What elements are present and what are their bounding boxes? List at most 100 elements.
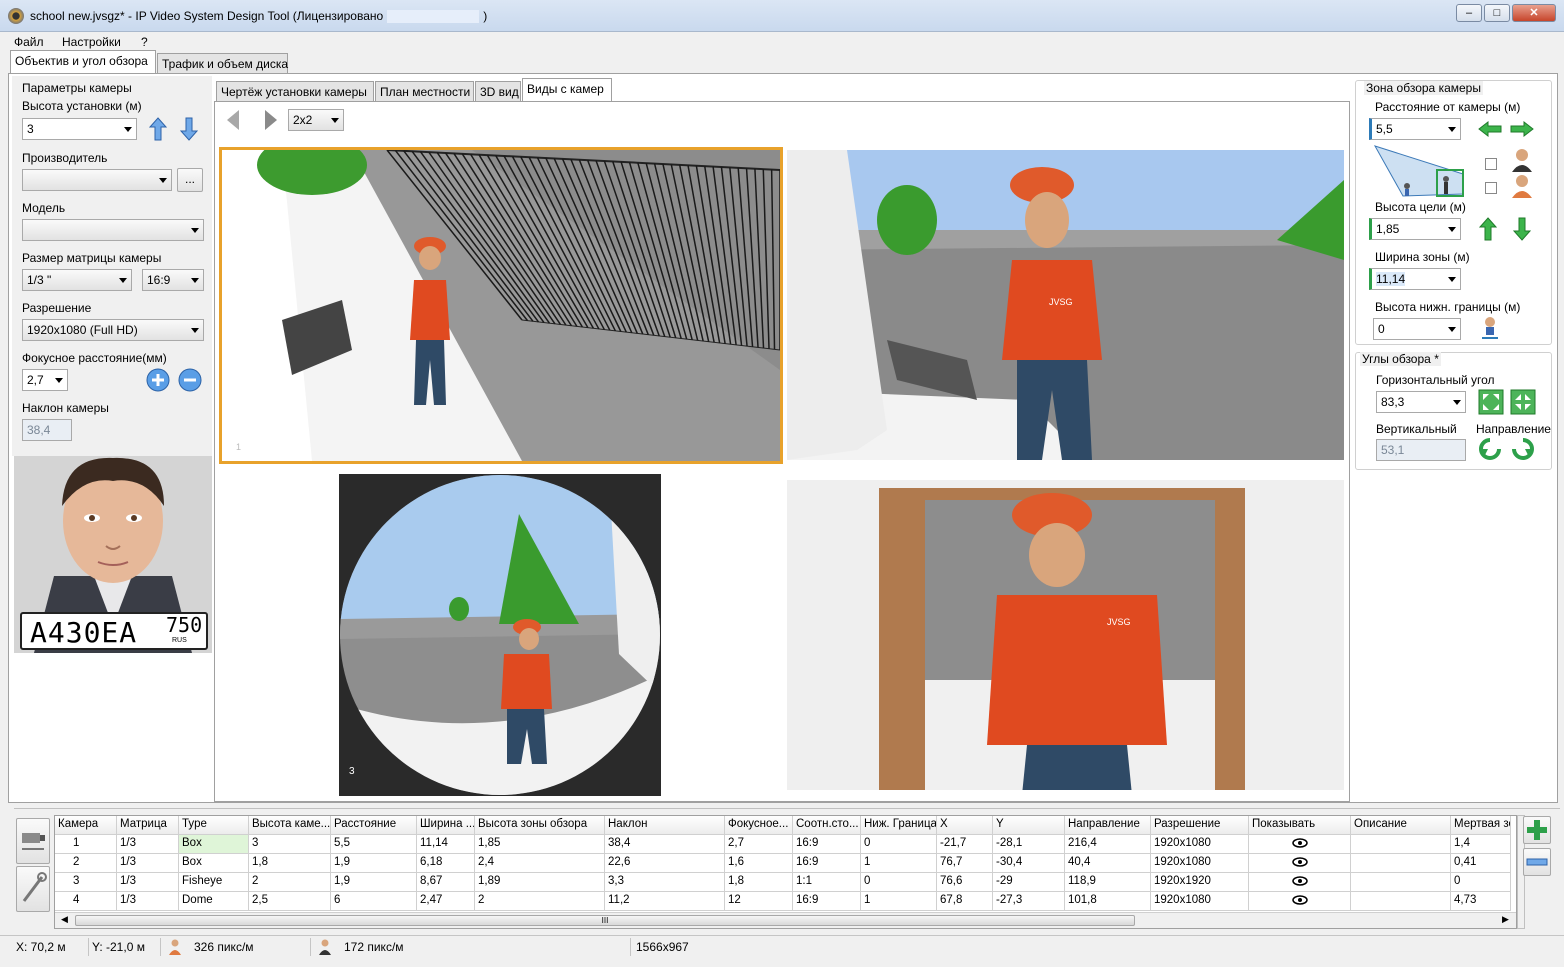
table-cell[interactable]: 1920x1080 (1151, 835, 1249, 854)
camera-view-3[interactable]: 3 (339, 474, 661, 796)
tab-lens[interactable]: Объектив и угол обзора (10, 50, 156, 73)
table-cell[interactable]: 2,47 (417, 892, 475, 911)
column-header[interactable]: Мертвая зо (1451, 816, 1511, 835)
table-cell[interactable]: 2 (475, 892, 605, 911)
table-cell[interactable]: 0 (861, 835, 937, 854)
rotate-right-icon[interactable] (1511, 437, 1535, 461)
table-cell[interactable]: 1920x1920 (1151, 873, 1249, 892)
table-cell[interactable]: 67,8 (937, 892, 993, 911)
eye-icon[interactable] (1291, 894, 1308, 906)
table-cell[interactable]: 216,4 (1065, 835, 1151, 854)
table-cell[interactable]: 1/3 (117, 873, 179, 892)
table-cell[interactable]: 3 (55, 873, 117, 892)
table-row[interactable]: 4 1/3 Dome 2,5 6 2,47 2 11,2 12 16:9 1 67,8 -27,3 101… (55, 892, 1511, 911)
table-cell[interactable]: 1:1 (793, 873, 861, 892)
table-cell[interactable]: 1 (55, 835, 117, 854)
column-header[interactable]: Направление (1065, 816, 1151, 835)
table-cell[interactable]: 5,5 (331, 835, 417, 854)
table-cell[interactable] (1249, 854, 1351, 873)
table-cell[interactable]: 11,2 (605, 892, 725, 911)
table-cell[interactable]: -27,3 (993, 892, 1065, 911)
aspect-combo[interactable]: 16:9 (142, 269, 204, 291)
table-cell[interactable] (1249, 873, 1351, 892)
layout-combo[interactable]: 2x2 (288, 109, 344, 131)
arrow-up-icon[interactable] (1479, 216, 1497, 242)
table-cell[interactable]: 1,89 (475, 873, 605, 892)
focal-combo[interactable]: 2,7 (22, 369, 68, 391)
table-cell[interactable]: 12 (725, 892, 793, 911)
table-cell[interactable] (1249, 892, 1351, 911)
table-cell[interactable]: 3,3 (605, 873, 725, 892)
column-header[interactable]: Высота каме... (249, 816, 331, 835)
table-cell[interactable]: 1,9 (331, 854, 417, 873)
table-cell[interactable]: 1,4 (1451, 835, 1511, 854)
arrow-down-icon[interactable] (1513, 216, 1531, 242)
table-cell[interactable]: 1,9 (331, 873, 417, 892)
table-cell[interactable]: Fisheye (179, 873, 249, 892)
remove-camera-button[interactable] (1523, 848, 1551, 876)
table-cell[interactable]: 2 (55, 854, 117, 873)
rotate-left-icon[interactable] (1478, 437, 1502, 461)
tab-camera-views[interactable]: Виды с камер (522, 78, 612, 101)
table-cell[interactable]: 2,4 (475, 854, 605, 873)
arrow-right-icon[interactable] (1509, 120, 1535, 138)
close-button[interactable]: ✕ (1512, 4, 1556, 22)
tab-3d[interactable]: 3D вид (475, 81, 521, 102)
table-row[interactable]: 1 1/3 Box 3 5,5 11,14 1,85 38,4 2,7 16:9 0 -21,7 -28… (55, 835, 1511, 854)
table-cell[interactable]: 101,8 (1065, 892, 1151, 911)
column-header[interactable]: Высота зоны обзора (475, 816, 605, 835)
table-cell[interactable]: 6,18 (417, 854, 475, 873)
resolution-combo[interactable]: 1920x1080 (Full HD) (22, 319, 204, 341)
camera-view-1[interactable]: 1 (219, 147, 783, 464)
table-cell[interactable] (1351, 854, 1451, 873)
person-female-checkbox[interactable] (1485, 182, 1497, 194)
camera-view-2[interactable]: JVSG (787, 150, 1344, 460)
camera-view-4[interactable]: JVSG (787, 480, 1344, 790)
table-cell[interactable]: 76,7 (937, 854, 993, 873)
table-cell[interactable]: 4,73 (1451, 892, 1511, 911)
maximize-button[interactable]: □ (1484, 4, 1510, 22)
column-header[interactable]: Ниж. Граница (861, 816, 937, 835)
table-cell[interactable]: 1/3 (117, 835, 179, 854)
model-combo[interactable] (22, 219, 204, 241)
minimize-button[interactable]: – (1456, 4, 1482, 22)
table-cell[interactable]: 11,14 (417, 835, 475, 854)
table-cell[interactable]: Dome (179, 892, 249, 911)
table-cell[interactable]: -30,4 (993, 854, 1065, 873)
menu-help[interactable]: ? (141, 35, 148, 49)
table-cell[interactable]: 3 (249, 835, 331, 854)
lower-bound-combo[interactable]: 0 (1373, 318, 1461, 340)
table-cell[interactable]: 0,41 (1451, 854, 1511, 873)
column-header[interactable]: Соотн.сто... (793, 816, 861, 835)
table-cell[interactable] (1351, 873, 1451, 892)
table-cell[interactable]: 2,7 (725, 835, 793, 854)
table-cell[interactable]: 8,67 (417, 873, 475, 892)
table-row[interactable]: 3 1/3 Fisheye 2 1,9 8,67 1,89 3,3 1,8 1:1 0 76,6 -29… (55, 873, 1511, 892)
table-cell[interactable]: 76,6 (937, 873, 993, 892)
table-cell[interactable]: 16:9 (793, 892, 861, 911)
next-arrow-icon[interactable] (262, 108, 280, 132)
manufacturer-browse-button[interactable]: ... (177, 168, 203, 192)
column-header[interactable]: Y (993, 816, 1065, 835)
table-cell[interactable]: 1920x1080 (1151, 854, 1249, 873)
table-cell[interactable]: 2,5 (249, 892, 331, 911)
table-cell[interactable]: 38,4 (605, 835, 725, 854)
horizontal-scrollbar[interactable]: ◀ III ▶ (55, 912, 1516, 928)
table-cell[interactable]: -28,1 (993, 835, 1065, 854)
tab-traffic[interactable]: Трафик и объем диска (157, 53, 288, 74)
table-cell[interactable]: -29 (993, 873, 1065, 892)
column-header[interactable]: Type (179, 816, 249, 835)
column-header[interactable]: Фокусное... (725, 816, 793, 835)
table-cell[interactable]: 1/3 (117, 854, 179, 873)
tab-drawing[interactable]: Чертёж установки камеры (216, 81, 374, 102)
column-header[interactable]: Расстояние (331, 816, 417, 835)
distance-combo[interactable]: 5,5 (1369, 118, 1461, 140)
table-cell[interactable]: 1,8 (725, 873, 793, 892)
table-cell[interactable]: 1920x1080 (1151, 892, 1249, 911)
column-header[interactable]: Показывать (1249, 816, 1351, 835)
height-up-icon[interactable] (148, 116, 168, 142)
column-header[interactable]: Камера (55, 816, 117, 835)
person-male-checkbox[interactable] (1485, 158, 1497, 170)
eye-icon[interactable] (1291, 875, 1308, 887)
table-cell[interactable]: 16:9 (793, 854, 861, 873)
